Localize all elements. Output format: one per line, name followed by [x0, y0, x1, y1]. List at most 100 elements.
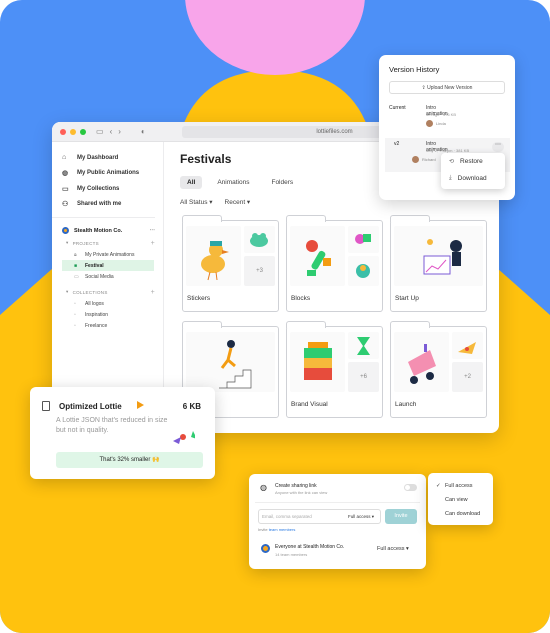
thumbnail-pizza — [452, 332, 483, 359]
sidebar-item-social[interactable]: ▭ Social Media — [62, 271, 163, 282]
chevron-down-icon: ▾ — [66, 240, 69, 245]
nav-label: My Public Animations — [77, 170, 140, 177]
team-logo — [62, 227, 69, 234]
home-icon: ⌂ — [62, 154, 67, 162]
share-link-subtitle: Anyone with the link can view — [275, 490, 328, 495]
folder-card-startup[interactable]: Start Up — [390, 215, 487, 312]
sidebar-item-logos[interactable]: ▫ All logos — [62, 298, 163, 309]
restore-icon: ⟲ — [449, 159, 455, 165]
lock-icon: 🔒︎ — [74, 251, 77, 258]
version-tag: Current — [389, 105, 406, 111]
minimize-dot[interactable] — [70, 128, 76, 135]
nav-shared[interactable]: ⚇ Shared with me — [62, 197, 163, 213]
thumbnail-runner — [186, 332, 275, 392]
add-collection-icon[interactable]: + — [151, 289, 155, 296]
check-icon: ✓ — [436, 483, 441, 489]
sidebar-item-freelance[interactable]: ▫ Freelance — [62, 320, 163, 331]
folder-card-stickers[interactable]: +3 Stickers — [182, 215, 279, 312]
sidebar-item-festival[interactable]: ■ Festival — [62, 260, 154, 271]
version-context-menu: ⟲ Restore ⤓ Download — [441, 153, 505, 189]
nav-collections[interactable]: ▭ My Collections — [62, 181, 163, 197]
forward-icon[interactable]: › — [118, 127, 121, 136]
access-option-download[interactable]: Can download — [428, 507, 493, 521]
sidebar-item-label: Social Media — [85, 273, 114, 280]
thumbnail-lego — [290, 332, 345, 392]
sidebar-item-label: Inspiration — [85, 311, 109, 318]
thumbnail-blob — [348, 256, 379, 286]
chevron-down-icon: ▾ — [66, 289, 69, 294]
more-count: +3 — [244, 256, 275, 286]
projects-header[interactable]: ▾ PROJECTS + — [62, 237, 163, 249]
org-members: 14 team members — [275, 552, 308, 557]
option-label: Full access — [445, 483, 473, 489]
download-menu-item[interactable]: ⤓ Download — [441, 170, 505, 187]
upload-version-button[interactable]: ⇪ Upload New Version — [389, 81, 505, 94]
access-option-full[interactable]: ✓ Full access — [428, 479, 493, 493]
team-members-link[interactable]: team members — [269, 527, 296, 532]
restore-menu-item[interactable]: ⟲ Restore — [441, 153, 505, 170]
more-count: +2 — [452, 362, 483, 392]
globe-icon: ◍ — [62, 170, 69, 178]
folder-label: Brand Visual — [291, 401, 328, 408]
email-access-select[interactable]: Full access ▾ — [348, 510, 374, 524]
folder-card-launch[interactable]: +2 Launch — [390, 321, 487, 418]
folder-icon: ■ — [74, 262, 78, 269]
org-access-select[interactable]: Full access ▾ — [377, 546, 409, 552]
add-project-icon[interactable]: + — [151, 240, 155, 247]
invite-note-prefix: Invite — [258, 527, 268, 532]
status-filter[interactable]: All Status ▾ — [180, 198, 213, 206]
sidebar-item-label: Freelance — [85, 322, 108, 329]
sidebar-item-inspiration[interactable]: ▫ Inspiration — [62, 309, 163, 320]
nav-label: My Dashboard — [77, 154, 119, 161]
more-count: +6 — [348, 362, 379, 392]
maximize-dot[interactable] — [80, 128, 86, 135]
users-icon: ⚇ — [62, 201, 69, 209]
tab-animations[interactable]: Animations — [210, 176, 256, 189]
invite-note: Invite team members — [258, 527, 295, 532]
divider — [255, 502, 420, 503]
nav-public-animations[interactable]: ◍ My Public Animations — [62, 166, 163, 182]
collections-header[interactable]: ▾ COLLECTIONS + — [62, 286, 163, 298]
sidebar-item-private[interactable]: 🔒︎ My Private Animations — [62, 249, 163, 260]
access-dropdown: ✓ Full access Can view Can download — [428, 473, 493, 525]
team-switcher[interactable]: Stealth Motion Co. ⋯ — [62, 224, 163, 237]
nav-label: My Collections — [77, 185, 120, 192]
sidebar-toggle-icon[interactable]: ▭ — [96, 127, 104, 136]
savings-banner: That's 32% smaller 🙌 — [56, 452, 203, 468]
folder-label: Launch — [395, 401, 417, 408]
folder-icon: ▭ — [74, 273, 79, 280]
org-name: Everyone at Stealth Motion Co. — [275, 544, 345, 550]
share-link-toggle[interactable] — [404, 484, 417, 491]
divider — [52, 217, 155, 218]
thumbnail-rocket — [394, 332, 449, 392]
invite-button[interactable]: Invite — [385, 509, 417, 524]
file-icon — [42, 401, 50, 411]
section-label: PROJECTS — [72, 240, 99, 246]
share-panel: ◍ Create sharing link Anyone with the li… — [249, 474, 426, 569]
folder-card-brand-visual[interactable]: +6 Brand Visual — [286, 321, 383, 418]
tab-all[interactable]: All — [180, 176, 203, 189]
thumbnail-blocks — [290, 226, 345, 286]
close-dot[interactable] — [60, 128, 66, 135]
thumbnail-startup — [394, 226, 483, 286]
folder-card-blocks[interactable]: Blocks — [286, 215, 383, 312]
tab-folders[interactable]: Folders — [264, 176, 300, 189]
more-icon[interactable]: ⋯ — [492, 142, 504, 152]
folder-icon: ▭ — [62, 185, 69, 193]
thumbnail-duck — [186, 226, 241, 286]
globe-icon: ◍ — [260, 483, 267, 492]
option-label: Can view — [445, 497, 468, 503]
menu-label: Restore — [460, 158, 483, 165]
sort-filter[interactable]: Recent ▾ — [225, 198, 251, 206]
access-option-view[interactable]: Can view — [428, 493, 493, 507]
thumbnail-hourglass — [348, 332, 379, 359]
folder-label: Blocks — [291, 295, 311, 302]
nav-dashboard[interactable]: ⌂ My Dashboard — [62, 150, 163, 166]
version-meta: 5m ago · 376 KB — [426, 112, 457, 117]
back-icon[interactable]: ‹ — [110, 127, 113, 136]
team-name: Stealth Motion Co. — [74, 227, 123, 234]
more-icon[interactable]: ⋯ — [150, 228, 156, 234]
panel-title: Version History — [389, 65, 440, 74]
email-field[interactable]: Email, comma separated Full access ▾ — [258, 509, 381, 524]
option-label: Can download — [445, 511, 481, 517]
